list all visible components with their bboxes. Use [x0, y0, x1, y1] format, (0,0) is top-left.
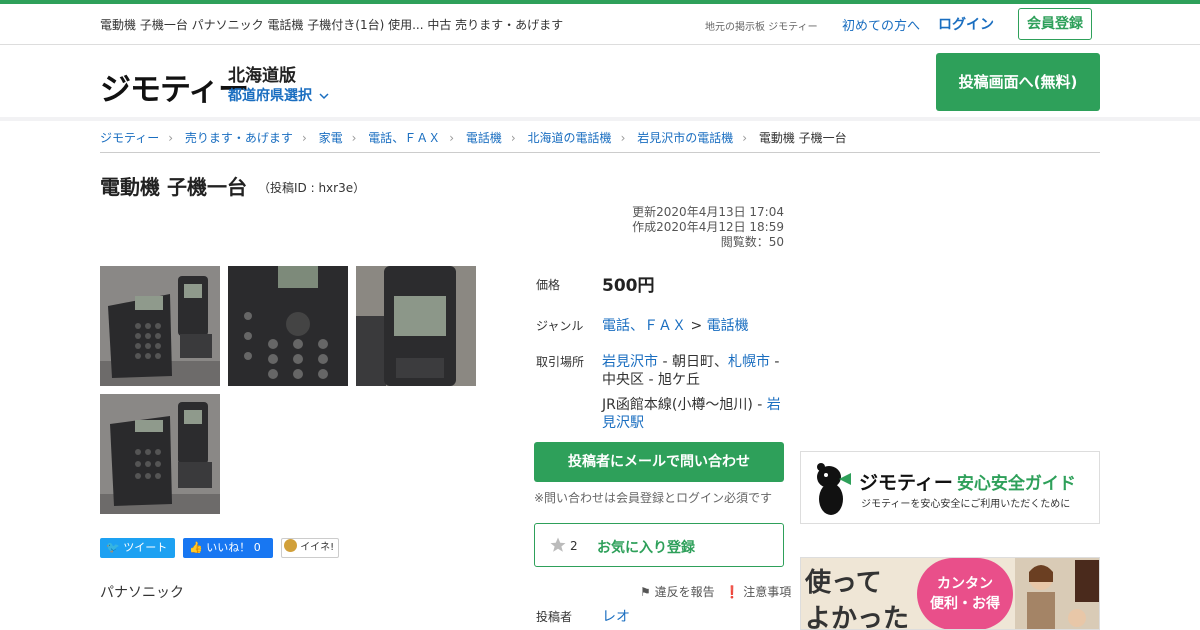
- genre-label: ジャンル: [536, 319, 584, 333]
- site-logo[interactable]: ジモティー: [100, 64, 249, 109]
- prefecture-select[interactable]: 都道府県選択: [228, 85, 329, 105]
- breadcrumb-item[interactable]: 電話、ＦＡＸ: [368, 131, 440, 145]
- breadcrumb-separator: ›: [301, 131, 307, 145]
- report-link[interactable]: 違反を報告: [655, 585, 715, 599]
- breadcrumb-item[interactable]: 岩見沢市の電話機: [637, 131, 733, 145]
- report-links: ⚑ 違反を報告 ❗ 注意事項: [640, 583, 791, 600]
- favorite-button[interactable]: 2 お気に入り登録: [534, 523, 784, 567]
- tweet-label: ツイート: [123, 541, 168, 554]
- chevron-down-icon: [319, 93, 329, 100]
- flag-icon: ⚑: [640, 585, 651, 599]
- breadcrumb-separator: ›: [510, 131, 516, 145]
- price-value: 500円: [602, 276, 655, 296]
- mascot-icon: [817, 463, 851, 515]
- star-icon: [550, 537, 566, 552]
- page-description: 電動機 子機一台 パナソニック 電話機 子機付き(1台) 使用... 中古 売り…: [100, 18, 564, 32]
- place-value: 岩見沢市 - 朝日町、札幌市 - 中央区 - 旭ケ丘: [602, 353, 786, 389]
- poster-name-link[interactable]: レオ: [602, 608, 630, 626]
- place-town: - 朝日町、: [658, 354, 728, 370]
- station-value: JR函館本線(小樽～旭川) - 岩見沢駅: [602, 396, 786, 432]
- region-label: 北海道版: [228, 66, 296, 86]
- price-label: 価格: [536, 278, 561, 292]
- local-board-link[interactable]: 地元の掲示板 ジモティー: [705, 18, 818, 33]
- station-line: JR函館本線(小樽～旭川) -: [602, 397, 767, 413]
- guide-title-text: 安心安全ガイド: [956, 474, 1076, 494]
- view-count: 閲覧数：50: [720, 235, 784, 249]
- genre-link-phone[interactable]: 電話機: [707, 318, 749, 334]
- guide-subtitle: ジモティーを安心安全にご利用いただくために: [861, 499, 1071, 510]
- facebook-like-button[interactable]: 👍 いいね！ 0: [183, 538, 273, 558]
- prefecture-select-label: 都道府県選択: [228, 88, 312, 104]
- contact-note: ※問い合わせは会員登録とログイン必須です: [534, 491, 773, 505]
- post-button[interactable]: 投稿画面へ(無料): [936, 53, 1100, 111]
- brand-header: ジモティー 北海道版 都道府県選択 投稿画面へ(無料): [0, 45, 1200, 121]
- twitter-icon: 🐦: [106, 541, 120, 554]
- poster-label: 投稿者: [536, 610, 573, 624]
- maker-text: パナソニック: [100, 585, 184, 601]
- ad-badge-line-2: 便利・お得: [930, 596, 1000, 612]
- ad-headline-2: よかった: [805, 604, 910, 630]
- genre-separator: >: [690, 318, 703, 334]
- breadcrumb-item[interactable]: 家電: [319, 131, 343, 145]
- tweet-button[interactable]: 🐦 ツイート: [100, 538, 175, 558]
- ad-headline-1: 使って: [805, 568, 882, 598]
- place-city-link[interactable]: 岩見沢市: [602, 354, 658, 370]
- breadcrumb-item[interactable]: 北海道の電話機: [528, 131, 612, 145]
- thumbs-up-icon: 👍: [189, 541, 203, 554]
- safety-guide-banner[interactable]: ジモティー 安心安全ガイド ジモティーを安心安全にご利用いただくために: [800, 451, 1100, 524]
- place-city2-link[interactable]: 札幌市: [728, 354, 770, 370]
- genre-value: 電話、ＦＡＸ > 電話機: [602, 317, 749, 335]
- post-id: （投稿ID : hxr3e）: [258, 181, 366, 195]
- mixi-icon: [284, 539, 297, 552]
- favorite-count: 2: [570, 539, 578, 553]
- register-button[interactable]: 会員登録: [1018, 8, 1092, 40]
- genre-link-fax[interactable]: 電話、ＦＡＸ: [602, 318, 686, 334]
- iine-label: イイネ!: [300, 542, 335, 553]
- product-photo-3[interactable]: [356, 266, 476, 386]
- login-link[interactable]: ログイン: [938, 14, 994, 34]
- iine-button[interactable]: イイネ!: [281, 538, 339, 558]
- breadcrumb-item[interactable]: 電話機: [466, 131, 502, 145]
- breadcrumb-separator: ›: [449, 131, 455, 145]
- breadcrumb: ジモティー › 売ります・あげます › 家電 › 電話、ＦＡＸ › 電話機 › 北海道の電…: [100, 129, 1100, 153]
- created-date: 作成2020年4月12日 18:59: [632, 220, 784, 234]
- guide-title: ジモティー 安心安全ガイド: [859, 468, 1076, 495]
- breadcrumb-separator: ›: [742, 131, 748, 145]
- top-header: 電動機 子機一台 パナソニック 電話機 子機付き(1台) 使用... 中古 売り…: [0, 4, 1200, 45]
- ad-badge-line-1: カンタン: [937, 576, 993, 592]
- advertisement-banner[interactable]: 使って よかった カンタン 便利・お得: [800, 557, 1100, 630]
- ad-photo: [1015, 558, 1099, 629]
- favorite-label: お気に入り登録: [597, 540, 695, 556]
- first-time-link[interactable]: 初めての方へ: [842, 15, 920, 34]
- product-photo-1[interactable]: [100, 266, 220, 386]
- guide-brand: ジモティー: [859, 472, 953, 494]
- product-photo-4[interactable]: [100, 394, 220, 514]
- updated-date: 更新2020年4月13日 17:04: [632, 205, 784, 219]
- like-label: いいね！ 0: [206, 541, 261, 554]
- breadcrumb-separator: ›: [620, 131, 626, 145]
- breadcrumb-separator: ›: [351, 131, 357, 145]
- breadcrumb-item[interactable]: ジモティー: [100, 131, 159, 145]
- breadcrumb-current: 電動機 子機一台: [758, 131, 847, 145]
- post-meta: 更新2020年4月13日 17:04 作成2020年4月12日 18:59 閲覧…: [560, 205, 784, 250]
- ad-badge: カンタン 便利・お得: [917, 558, 1013, 629]
- place-label: 取引場所: [536, 355, 585, 369]
- breadcrumb-separator: ›: [168, 131, 174, 145]
- contact-button[interactable]: 投稿者にメールで問い合わせ: [534, 442, 784, 482]
- page-title: 電動機 子機一台: [100, 175, 247, 199]
- breadcrumb-item[interactable]: 売ります・あげます: [185, 131, 293, 145]
- caution-link[interactable]: 注意事項: [743, 585, 791, 599]
- product-photo-2[interactable]: [228, 266, 348, 386]
- info-icon: ❗: [724, 585, 740, 599]
